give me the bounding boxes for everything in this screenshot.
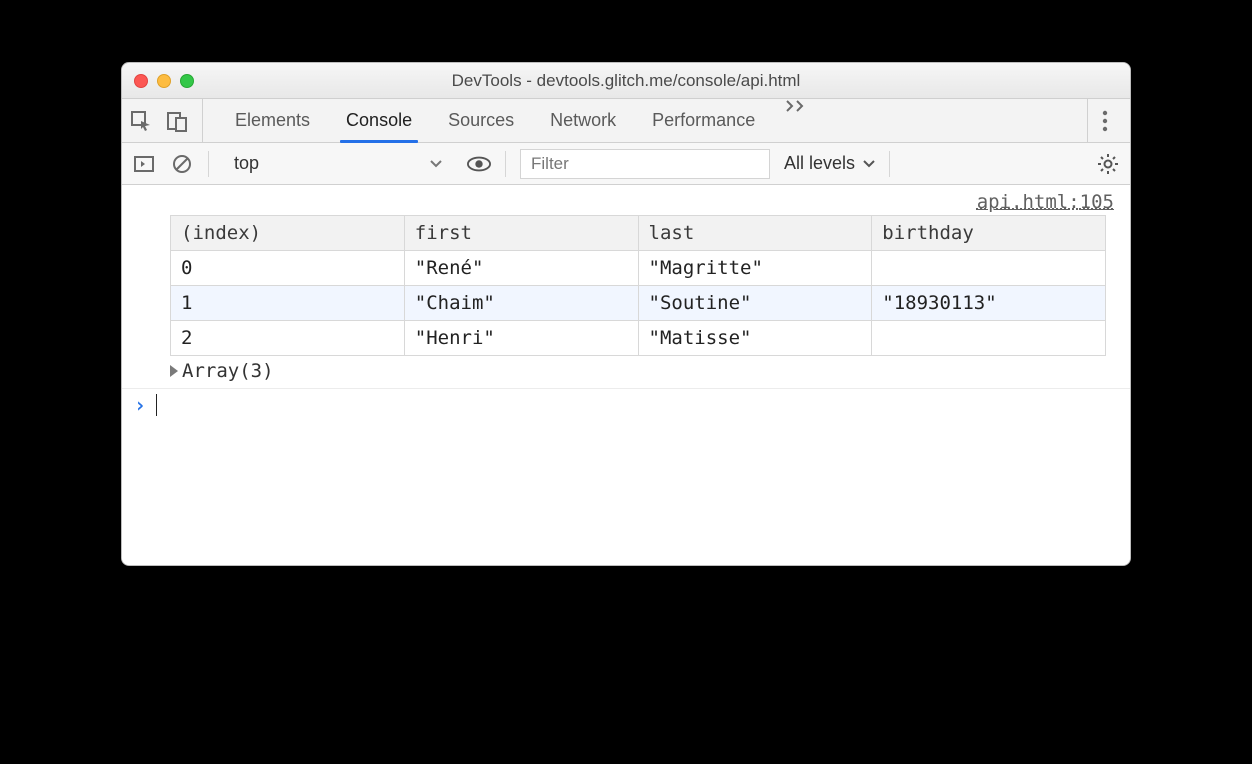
- cell-last: "Soutine": [638, 286, 872, 321]
- console-body: api.html:105 (index) first last birthday…: [122, 185, 1130, 565]
- tabbar: Elements Console Sources Network Perform…: [122, 99, 1130, 143]
- maximize-button[interactable]: [180, 74, 194, 88]
- console-table-wrap: (index) first last birthday 0 "René" "Ma…: [122, 215, 1130, 356]
- cell-index: 1: [171, 286, 405, 321]
- minimize-button[interactable]: [157, 74, 171, 88]
- table-row[interactable]: 1 "Chaim" "Soutine" "18930113": [171, 286, 1106, 321]
- more-tabs-icon[interactable]: [773, 99, 821, 142]
- cell-index: 2: [171, 321, 405, 356]
- separator: [208, 151, 209, 177]
- titlebar[interactable]: DevTools - devtools.glitch.me/console/ap…: [122, 63, 1130, 99]
- cell-last: "Magritte": [638, 251, 872, 286]
- tabbar-left: [130, 99, 203, 142]
- th-index[interactable]: (index): [171, 216, 405, 251]
- devtools-window: DevTools - devtools.glitch.me/console/ap…: [121, 62, 1131, 566]
- cell-first: "René": [404, 251, 638, 286]
- console-settings-icon[interactable]: [1096, 152, 1120, 176]
- th-last[interactable]: last: [638, 216, 872, 251]
- prompt-chevron-icon: ›: [134, 393, 146, 417]
- close-button[interactable]: [134, 74, 148, 88]
- th-birthday[interactable]: birthday: [872, 216, 1106, 251]
- tab-sources[interactable]: Sources: [430, 99, 532, 142]
- table-row[interactable]: 0 "René" "Magritte": [171, 251, 1106, 286]
- expand-triangle-icon: [170, 365, 178, 377]
- tab-performance[interactable]: Performance: [634, 99, 773, 142]
- tab-elements[interactable]: Elements: [217, 99, 328, 142]
- console-toolbar: top Filter All levels: [122, 143, 1130, 185]
- source-line: 105: [1080, 191, 1114, 213]
- context-selector[interactable]: top: [223, 149, 453, 179]
- toggle-sidebar-icon[interactable]: [132, 152, 156, 176]
- tab-console[interactable]: Console: [328, 99, 430, 142]
- cell-last: "Matisse": [638, 321, 872, 356]
- levels-label: All levels: [784, 153, 855, 174]
- table-header-row: (index) first last birthday: [171, 216, 1106, 251]
- clear-console-icon[interactable]: [170, 152, 194, 176]
- toggle-device-icon[interactable]: [166, 110, 188, 132]
- traffic-lights: [134, 74, 194, 88]
- console-table: (index) first last birthday 0 "René" "Ma…: [170, 215, 1106, 356]
- tab-network[interactable]: Network: [532, 99, 634, 142]
- source-link[interactable]: api.html:105: [122, 185, 1130, 215]
- cell-first: "Henri": [404, 321, 638, 356]
- array-caption-label: Array(3): [182, 360, 274, 382]
- live-expression-icon[interactable]: [467, 152, 491, 176]
- cell-birthday: "18930113": [872, 286, 1106, 321]
- cell-birthday: [872, 321, 1106, 356]
- log-levels-selector[interactable]: All levels: [784, 153, 875, 174]
- array-expand-row[interactable]: Array(3): [122, 356, 1130, 388]
- window-title: DevTools - devtools.glitch.me/console/ap…: [134, 71, 1118, 91]
- cell-first: "Chaim": [404, 286, 638, 321]
- cell-birthday: [872, 251, 1106, 286]
- table-row[interactable]: 2 "Henri" "Matisse": [171, 321, 1106, 356]
- context-label: top: [234, 153, 259, 174]
- separator: [889, 151, 890, 177]
- settings-menu-icon[interactable]: [1087, 99, 1122, 142]
- th-first[interactable]: first: [404, 216, 638, 251]
- tabs: Elements Console Sources Network Perform…: [217, 99, 1087, 142]
- source-file: api.html: [977, 191, 1069, 213]
- cell-index: 0: [171, 251, 405, 286]
- filter-placeholder: Filter: [531, 154, 569, 174]
- separator: [505, 151, 506, 177]
- filter-input[interactable]: Filter: [520, 149, 770, 179]
- inspect-element-icon[interactable]: [130, 110, 152, 132]
- text-cursor: [156, 394, 157, 416]
- dropdown-caret-icon: [863, 160, 875, 168]
- console-prompt[interactable]: ›: [122, 388, 1130, 421]
- dropdown-caret-icon: [430, 160, 442, 168]
